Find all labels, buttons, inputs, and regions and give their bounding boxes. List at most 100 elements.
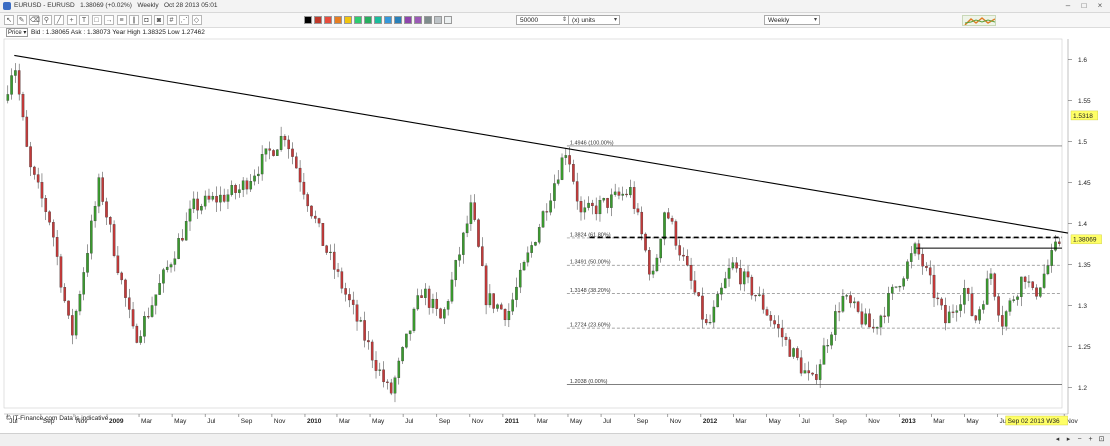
candle-down [108,217,112,225]
price-chart[interactable]: 1.2 1.25 1.3 1.35 1.4 1.45 1.5 1.55 1.6 Jul Sep Nov… [0,0,1110,433]
candle-up [257,173,260,177]
candle-down [222,194,226,202]
zoom-out-icon[interactable]: − [1075,435,1084,444]
candle-up [742,271,746,285]
candle-down [52,222,55,238]
candle-up [446,301,450,310]
candle-up [359,320,363,322]
x-tick-label: Sep [835,418,847,425]
scroll-right-icon[interactable]: ▸ [1064,435,1073,444]
candle-down [268,148,272,151]
x-tick-label: Jul [207,418,216,425]
fib-level-label: 1.2038 (0.00%) [570,379,608,385]
candle-down [344,288,347,295]
candle-down [883,315,886,317]
candle-down [940,298,943,306]
candle-up [253,175,256,182]
candle-down [439,308,442,319]
candle-up [158,283,161,295]
candle-down [780,327,784,338]
candle-down [849,295,852,304]
candle-down [435,298,439,309]
candle-up [818,364,822,380]
candle-down [993,273,997,297]
candle-down [101,177,104,202]
candle-up [511,299,514,312]
candle-up [659,238,663,259]
x-tick-label: Sep [637,418,649,425]
candle-down [997,296,1000,316]
candle-up [496,304,499,309]
candle-down [678,245,681,256]
candle-down [868,313,871,328]
zoom-fit-icon[interactable]: ⊡ [1097,435,1106,444]
candle-up [465,223,469,234]
candle-down [351,299,355,305]
candle-down [674,221,678,246]
candle-up [655,257,659,272]
candle-up [887,293,890,317]
candle-up [184,221,188,241]
candle-down [120,272,123,281]
x-tick-label: Mar [141,418,153,425]
candle-up [651,270,655,275]
candle-up [663,212,666,240]
x-tick-label: 2013 [901,418,916,425]
candle-down [146,316,150,318]
zoom-in-icon[interactable]: + [1086,435,1095,444]
candle-down [63,287,67,302]
fib-level-label: 1.3148 (38.20%) [570,288,611,294]
candle-up [530,245,533,253]
candle-down [116,255,120,274]
candle-down [932,274,936,299]
candle-down [283,135,287,141]
candle-down [124,279,127,298]
candle-down [389,382,393,394]
x-tick-label: Jul [802,418,811,425]
candle-down [579,201,583,213]
candle-down [693,280,697,293]
candle-up [469,202,473,224]
y-tick-label: 1.2 [1078,385,1087,392]
candle-up [329,251,332,253]
candle-down [25,116,29,147]
x-tick-label: Mar [339,418,351,425]
candle-up [602,197,606,201]
candle-up [864,313,867,325]
scroll-left-icon[interactable]: ◂ [1053,435,1062,444]
candle-up [1050,250,1053,266]
candle-up [416,295,420,310]
x-tick-label: Mar [537,418,549,425]
candle-up [716,294,719,308]
y-tick-label: 1.25 [1078,344,1091,351]
candle-down [40,182,44,199]
candle-down [473,202,476,220]
candle-down [105,201,108,218]
candle-down [966,288,970,294]
candle-down [363,320,366,341]
candle-up [260,154,264,175]
candle-up [534,242,537,246]
candle-up [165,266,169,270]
trendline[interactable] [14,54,1069,234]
candle-up [279,135,283,150]
candle-up [982,304,985,310]
candle-up [708,322,712,324]
candle-up [1008,300,1012,312]
candle-down [298,167,302,183]
x-tick-label: May [768,418,781,425]
candle-up [826,345,830,347]
candle-up [723,278,727,289]
candle-down [340,271,344,289]
candle-down [788,339,792,357]
candle-down [67,300,70,316]
candle-up [177,238,180,259]
candle-down [310,205,313,217]
candle-up [803,370,807,374]
y-tick-label: 1.45 [1078,180,1091,187]
candle-up [241,180,245,190]
candle-down [131,309,135,327]
candle-up [14,70,17,76]
candle-up [1046,265,1050,275]
candle-down [291,148,294,157]
